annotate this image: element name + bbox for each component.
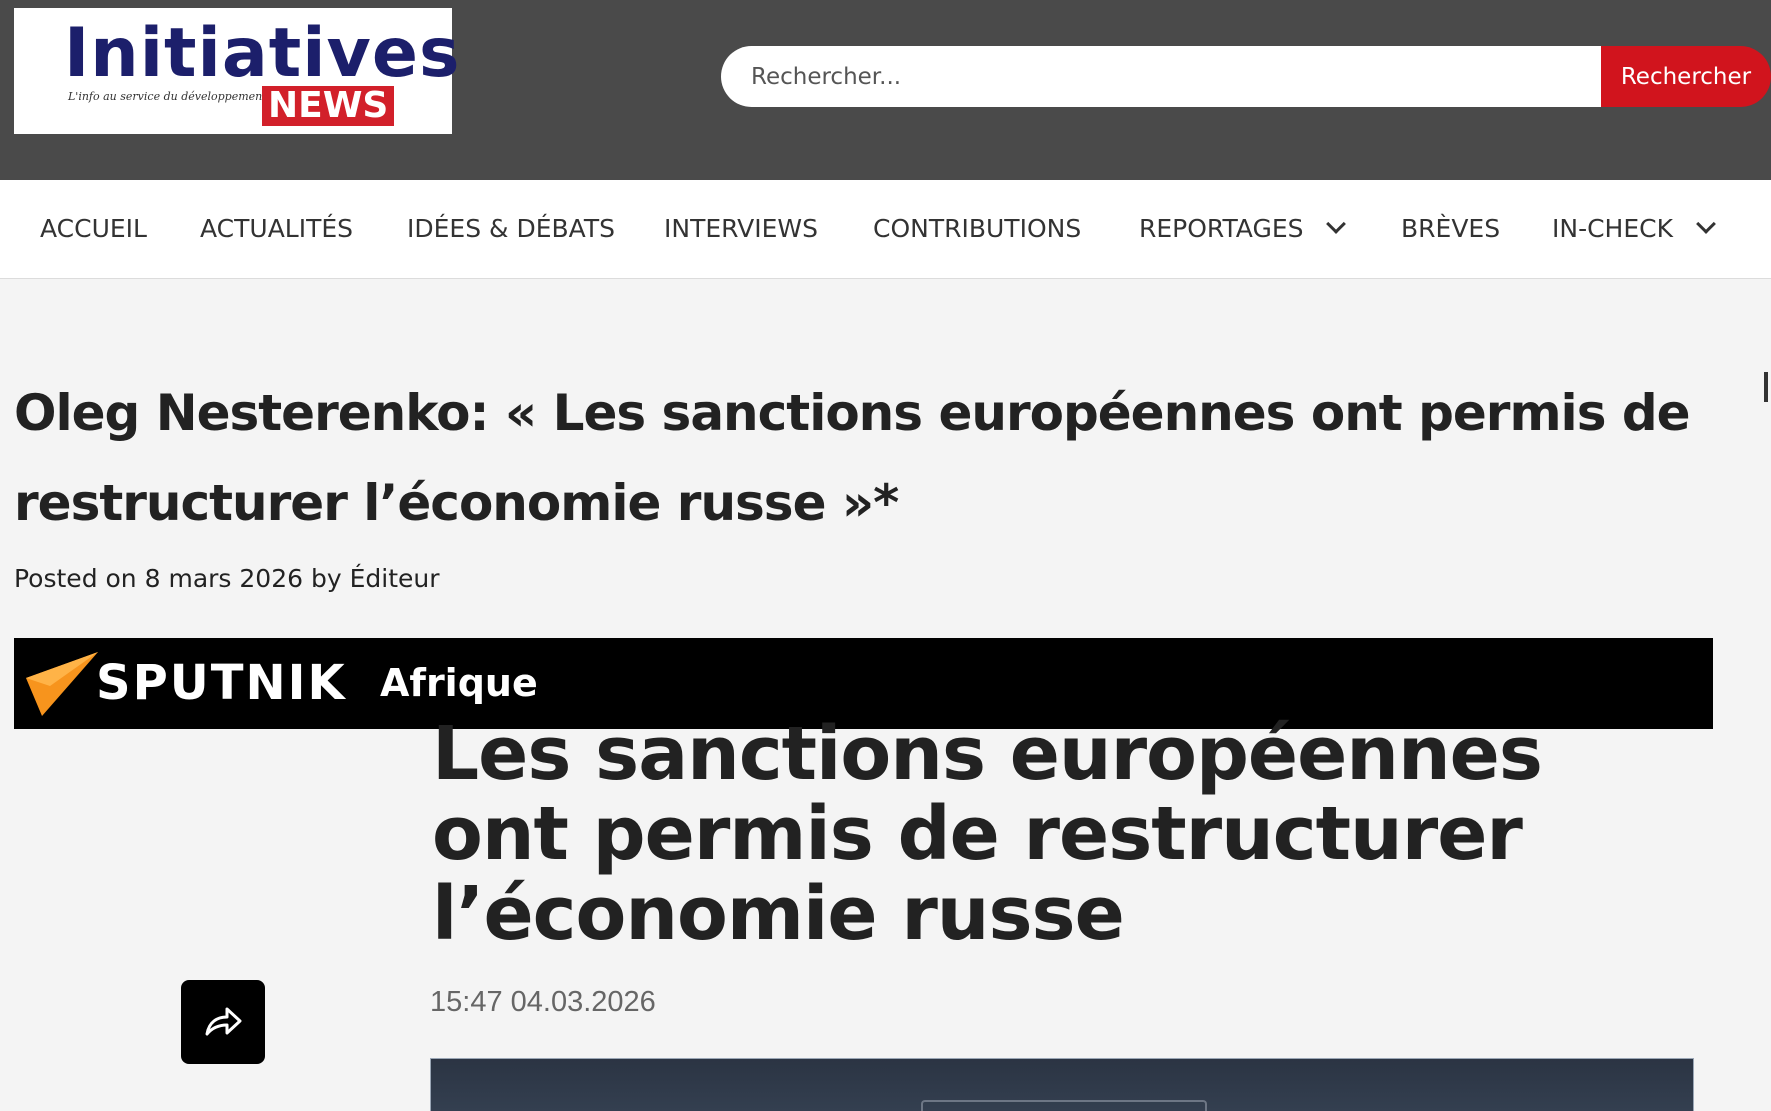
author-link[interactable]: Éditeur (350, 564, 440, 593)
nav-item-reportages[interactable]: REPORTAGES (1139, 180, 1347, 278)
nav-item-contributions[interactable]: CONTRIBUTIONS (873, 180, 1081, 278)
chevron-down-icon[interactable] (1326, 214, 1347, 234)
share-button[interactable] (181, 980, 265, 1064)
nav-item-in-check[interactable]: IN-CHECK (1552, 180, 1716, 278)
logo-tagline: L'info au service du développement (68, 90, 267, 103)
nav-item-actualites[interactable]: ACTUALITÉS (200, 180, 353, 278)
article-meta: Posted on 8 mars 2026 by Éditeur (14, 564, 440, 593)
embed-photo (430, 1058, 1694, 1111)
photo-object (921, 1100, 1207, 1111)
nav-item-label: ACTUALITÉS (200, 214, 354, 243)
search-button[interactable]: Rechercher (1601, 46, 1771, 107)
article-featured-image: SPUTNIK Afrique Les sanctions européenne… (14, 638, 1713, 1111)
embed-headline: Les sanctions européennes ont permis de … (432, 711, 1543, 957)
nav-item-label: INTERVIEWS (664, 214, 819, 243)
nav-item-breves[interactable]: BRÈVES (1401, 180, 1500, 278)
sputnik-logo-icon (26, 652, 98, 716)
main-navigation: ACCUEIL ACTUALITÉS IDÉES & DÉBATS INTERV… (0, 180, 1771, 279)
nav-item-label: REPORTAGES (1139, 214, 1304, 243)
sputnik-brand: SPUTNIK (96, 655, 347, 711)
nav-item-label: IN-CHECK (1552, 214, 1673, 243)
nav-item-label: IDÉES & DÉBATS (407, 214, 615, 243)
site-logo[interactable]: Initiatives L'info au service du dévelop… (14, 8, 459, 134)
nav-item-label: BRÈVES (1401, 214, 1501, 243)
posted-on-label: Posted on (14, 564, 137, 593)
nav-item-label: ACCUEIL (40, 214, 147, 243)
nav-item-accueil[interactable]: ACCUEIL (40, 180, 147, 278)
sidebar-edge-fragment (1764, 372, 1768, 402)
by-label: by (310, 564, 342, 593)
nav-item-label: CONTRIBUTIONS (873, 214, 1082, 243)
logo-news-badge: NEWS (262, 86, 395, 126)
share-icon (205, 1007, 242, 1036)
chevron-down-icon[interactable] (1696, 214, 1716, 234)
search-form: Rechercher (721, 46, 1771, 107)
search-input[interactable] (721, 46, 1601, 107)
logo-wordmark: Initiatives (64, 14, 461, 93)
site-header: Initiatives L'info au service du dévelop… (0, 0, 1771, 180)
nav-item-interviews[interactable]: INTERVIEWS (664, 180, 818, 278)
post-date-link[interactable]: 8 mars 2026 (145, 564, 303, 593)
embed-timestamp: 15:47 04.03.2026 (430, 986, 656, 1018)
article-title: Oleg Nesterenko: « Les sanctions europée… (14, 384, 1691, 532)
nav-item-idees-debats[interactable]: IDÉES & DÉBATS (407, 180, 615, 278)
